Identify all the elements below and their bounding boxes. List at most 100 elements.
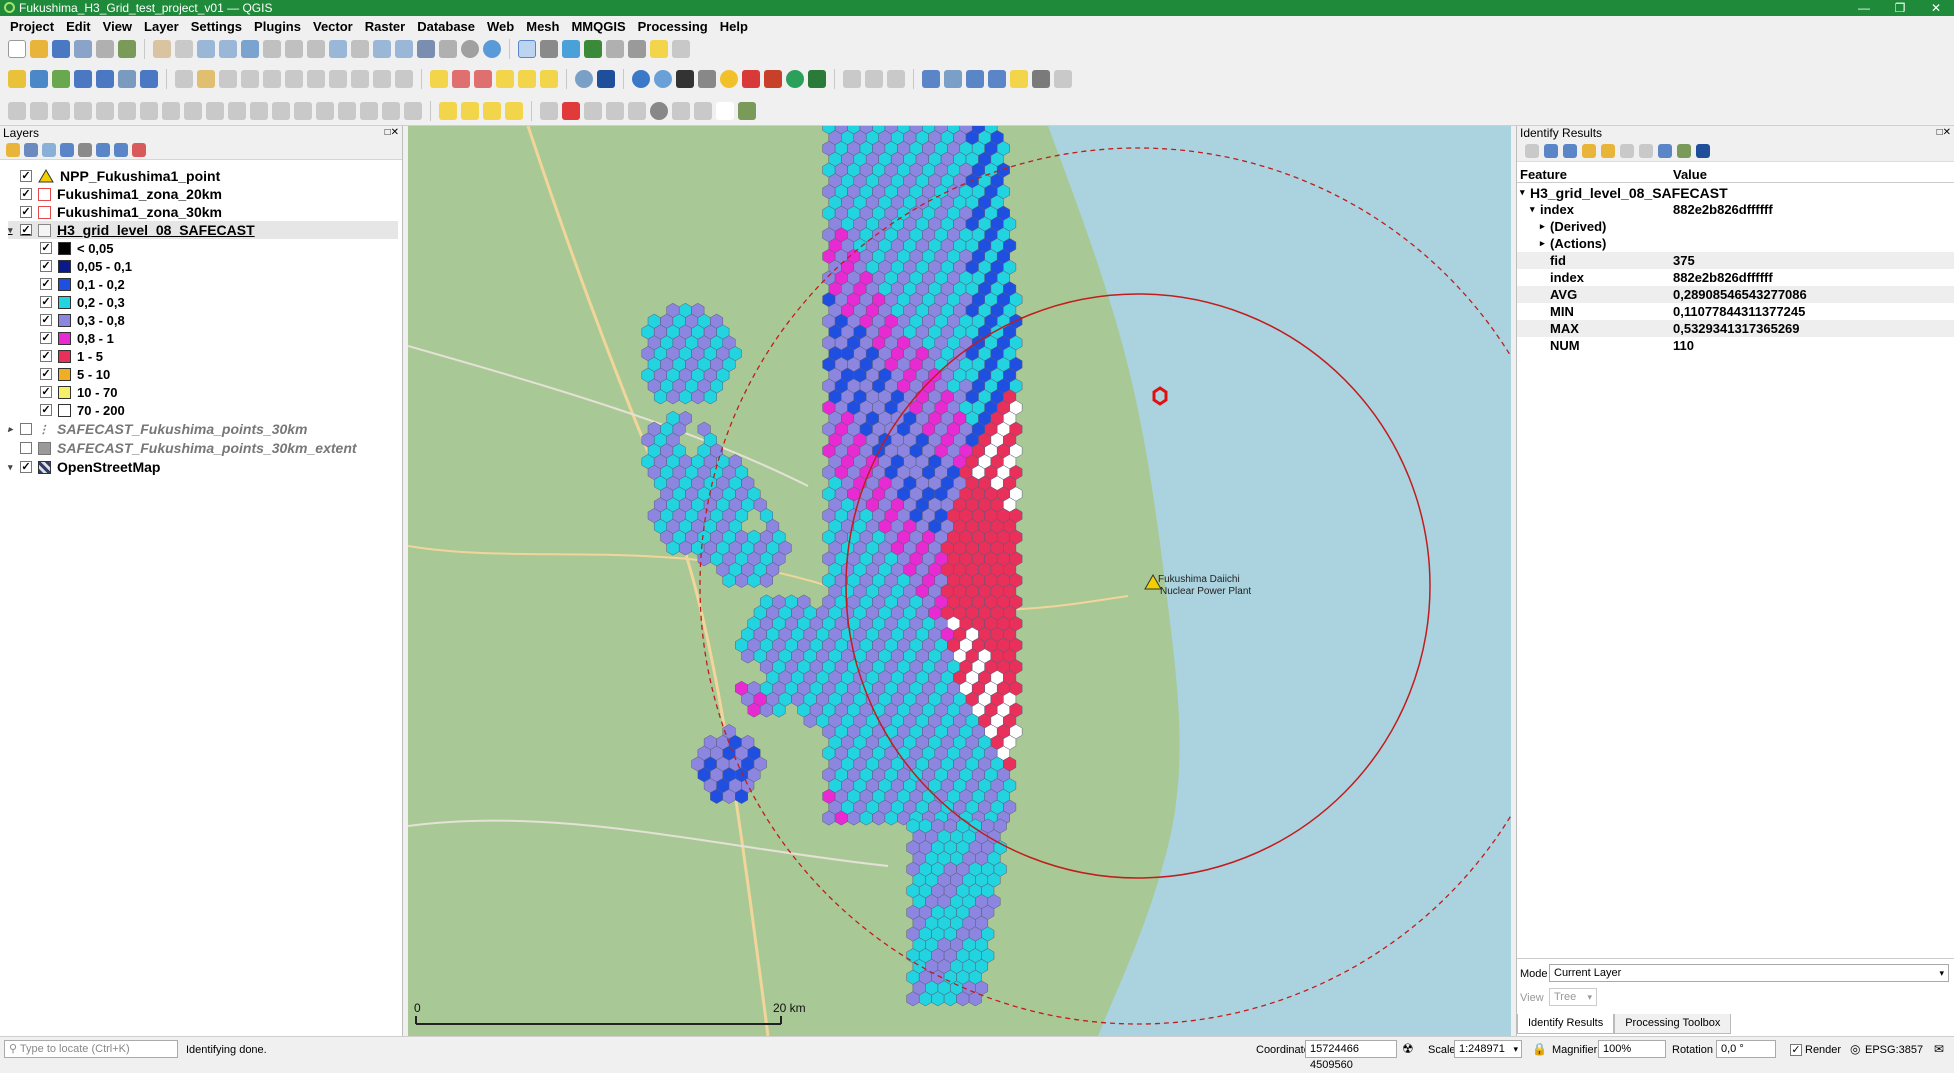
vertex-tool-icon[interactable] <box>263 70 281 88</box>
remove-layer-icon[interactable] <box>132 142 146 157</box>
tool-6-icon[interactable] <box>118 101 136 120</box>
open-project-icon[interactable] <box>30 40 48 58</box>
select-rect-icon[interactable] <box>439 101 457 120</box>
attribute-row[interactable]: fid 375 <box>1517 252 1954 269</box>
plugin-hazard-icon[interactable] <box>742 70 760 88</box>
zoom-full-icon[interactable] <box>241 40 259 58</box>
layer-checkbox[interactable]: ✓ <box>20 188 32 200</box>
legend-item[interactable]: ✓ 1 - 5 <box>40 347 103 365</box>
expand-tree-icon[interactable] <box>1525 143 1539 158</box>
legend-item[interactable]: ✓ 70 - 200 <box>40 401 125 419</box>
processing-icon[interactable] <box>738 101 756 120</box>
map-canvas[interactable]: Fukushima Daiichi Nuclear Power Plant 0 … <box>408 126 1511 1036</box>
collapse-tree-icon[interactable] <box>1544 143 1558 158</box>
map-tips-icon[interactable] <box>650 40 668 58</box>
tool-19-icon[interactable] <box>404 101 422 120</box>
advanced-digitize-icon[interactable] <box>843 70 861 88</box>
plugin-grid-icon[interactable] <box>764 70 782 88</box>
save-as-icon[interactable] <box>74 40 92 58</box>
clear-results-icon[interactable] <box>1582 143 1596 158</box>
layer-checkbox[interactable]: ✓ <box>20 170 32 182</box>
measure-line-icon[interactable] <box>540 101 558 120</box>
identify-derived-row[interactable]: ▸ (Derived) <box>1517 218 1954 235</box>
add-mesh-icon[interactable] <box>96 70 114 88</box>
legend-checkbox[interactable]: ✓ <box>40 260 52 272</box>
map-svg[interactable]: Fukushima Daiichi Nuclear Power Plant 0 … <box>408 126 1511 1036</box>
plugin-globe-icon[interactable] <box>654 70 672 88</box>
collapse-arrow-icon[interactable]: ▾ <box>1520 187 1525 198</box>
layer-row-safecast-points[interactable]: ▸ ⋮ SAFECAST_Fukushima_points_30km <box>8 420 398 438</box>
add-wfs-icon[interactable] <box>140 70 158 88</box>
add-vector-icon[interactable] <box>52 70 70 88</box>
menu-plugins[interactable]: Plugins <box>248 19 307 34</box>
tool-7-icon[interactable] <box>140 101 158 120</box>
mode-select[interactable]: Current Layer ▾ <box>1549 964 1949 982</box>
menu-raster[interactable]: Raster <box>359 19 411 34</box>
zoom-selection-icon[interactable] <box>263 40 281 58</box>
zoom-next-icon[interactable] <box>351 40 369 58</box>
legend-item[interactable]: ✓ 0,1 - 0,2 <box>40 275 125 293</box>
refresh-icon[interactable] <box>483 40 501 58</box>
open-table-icon[interactable] <box>606 40 624 58</box>
print-layout-icon[interactable] <box>96 40 114 58</box>
magnifier-field[interactable]: 100% <box>1598 1040 1666 1058</box>
temporal-controller-icon[interactable] <box>461 40 479 58</box>
python-console-icon[interactable] <box>632 70 650 88</box>
deselect-icon[interactable] <box>483 101 501 120</box>
gear-icon[interactable] <box>672 40 690 58</box>
tool-8-icon[interactable] <box>162 101 180 120</box>
render-checkbox[interactable]: ✓ <box>1790 1044 1802 1056</box>
tool-15-icon[interactable] <box>316 101 334 120</box>
attribute-row[interactable]: NUM 110 <box>1517 337 1954 354</box>
tool-4-icon[interactable] <box>74 101 92 120</box>
favorite-icon[interactable] <box>1010 70 1028 88</box>
identify-help-icon[interactable] <box>1696 143 1710 158</box>
menu-layer[interactable]: Layer <box>138 19 185 34</box>
menu-vector[interactable]: Vector <box>307 19 359 34</box>
menu-project[interactable]: Project <box>4 19 60 34</box>
messages-icon[interactable]: ✉ <box>1934 1042 1944 1056</box>
current-edits-icon[interactable] <box>8 70 26 88</box>
delete-selected-icon[interactable] <box>285 70 303 88</box>
identify-feature-row[interactable]: ▾ index 882e2b826dffffff <box>1517 201 1954 218</box>
select-freehand-icon[interactable] <box>988 70 1006 88</box>
tool-14-icon[interactable] <box>294 101 312 120</box>
tool-9-icon[interactable] <box>184 101 202 120</box>
snapping-icon[interactable] <box>922 70 940 88</box>
menu-mmqgis[interactable]: MMQGIS <box>565 19 631 34</box>
expand-arrow-icon[interactable]: ▸ <box>1540 238 1545 249</box>
settings-cog-icon[interactable] <box>562 40 580 58</box>
edit-icon[interactable] <box>197 70 215 88</box>
lock-icon[interactable]: 🔒 <box>1532 1042 1547 1056</box>
panel-float-close-icon[interactable]: □✕ <box>1937 126 1951 140</box>
statistics-sum-icon[interactable] <box>584 40 602 58</box>
rotation-field[interactable]: 0,0 ° <box>1716 1040 1776 1058</box>
plugin-plane-icon[interactable] <box>676 70 694 88</box>
pan-icon[interactable] <box>153 40 171 58</box>
close-icon[interactable]: ✕ <box>1918 0 1954 16</box>
new-3d-view-icon[interactable] <box>395 40 413 58</box>
show-bookmarks-icon[interactable] <box>439 40 457 58</box>
select-value-icon[interactable] <box>461 101 479 120</box>
layer-checkbox[interactable]: ✓ <box>20 461 32 473</box>
tool-1-icon[interactable] <box>8 101 26 120</box>
save-project-icon[interactable] <box>52 40 70 58</box>
layer-row-h3-grid[interactable]: ▾ ✓ H3_grid_level_08_SAFECAST <box>8 221 398 239</box>
legend-item[interactable]: ✓ 0,05 - 0,1 <box>40 257 132 275</box>
filter-legend-icon[interactable] <box>60 142 74 157</box>
legend-checkbox[interactable]: ✓ <box>40 296 52 308</box>
legend-checkbox[interactable]: ✓ <box>40 404 52 416</box>
attribute-row[interactable]: AVG 0,28908546543277086 <box>1517 286 1954 303</box>
label-pin-icon[interactable] <box>452 70 470 88</box>
collapse-arrow-icon[interactable]: ▾ <box>8 462 18 473</box>
layer-checkbox[interactable]: ✓ <box>20 206 32 218</box>
expand-new-icon[interactable] <box>1563 143 1577 158</box>
zoom-out-icon[interactable] <box>219 40 237 58</box>
copy-feature-icon[interactable] <box>1620 143 1634 158</box>
layer-checkbox[interactable]: ✓ <box>20 224 32 236</box>
layer-row-openstreetmap[interactable]: ▾ ✓ OpenStreetMap <box>8 458 398 476</box>
legend-item[interactable]: ✓ 0,2 - 0,3 <box>40 293 125 311</box>
attribute-row[interactable]: MIN 0,11077844311377245 <box>1517 303 1954 320</box>
menu-web[interactable]: Web <box>481 19 520 34</box>
menu-view[interactable]: View <box>97 19 138 34</box>
